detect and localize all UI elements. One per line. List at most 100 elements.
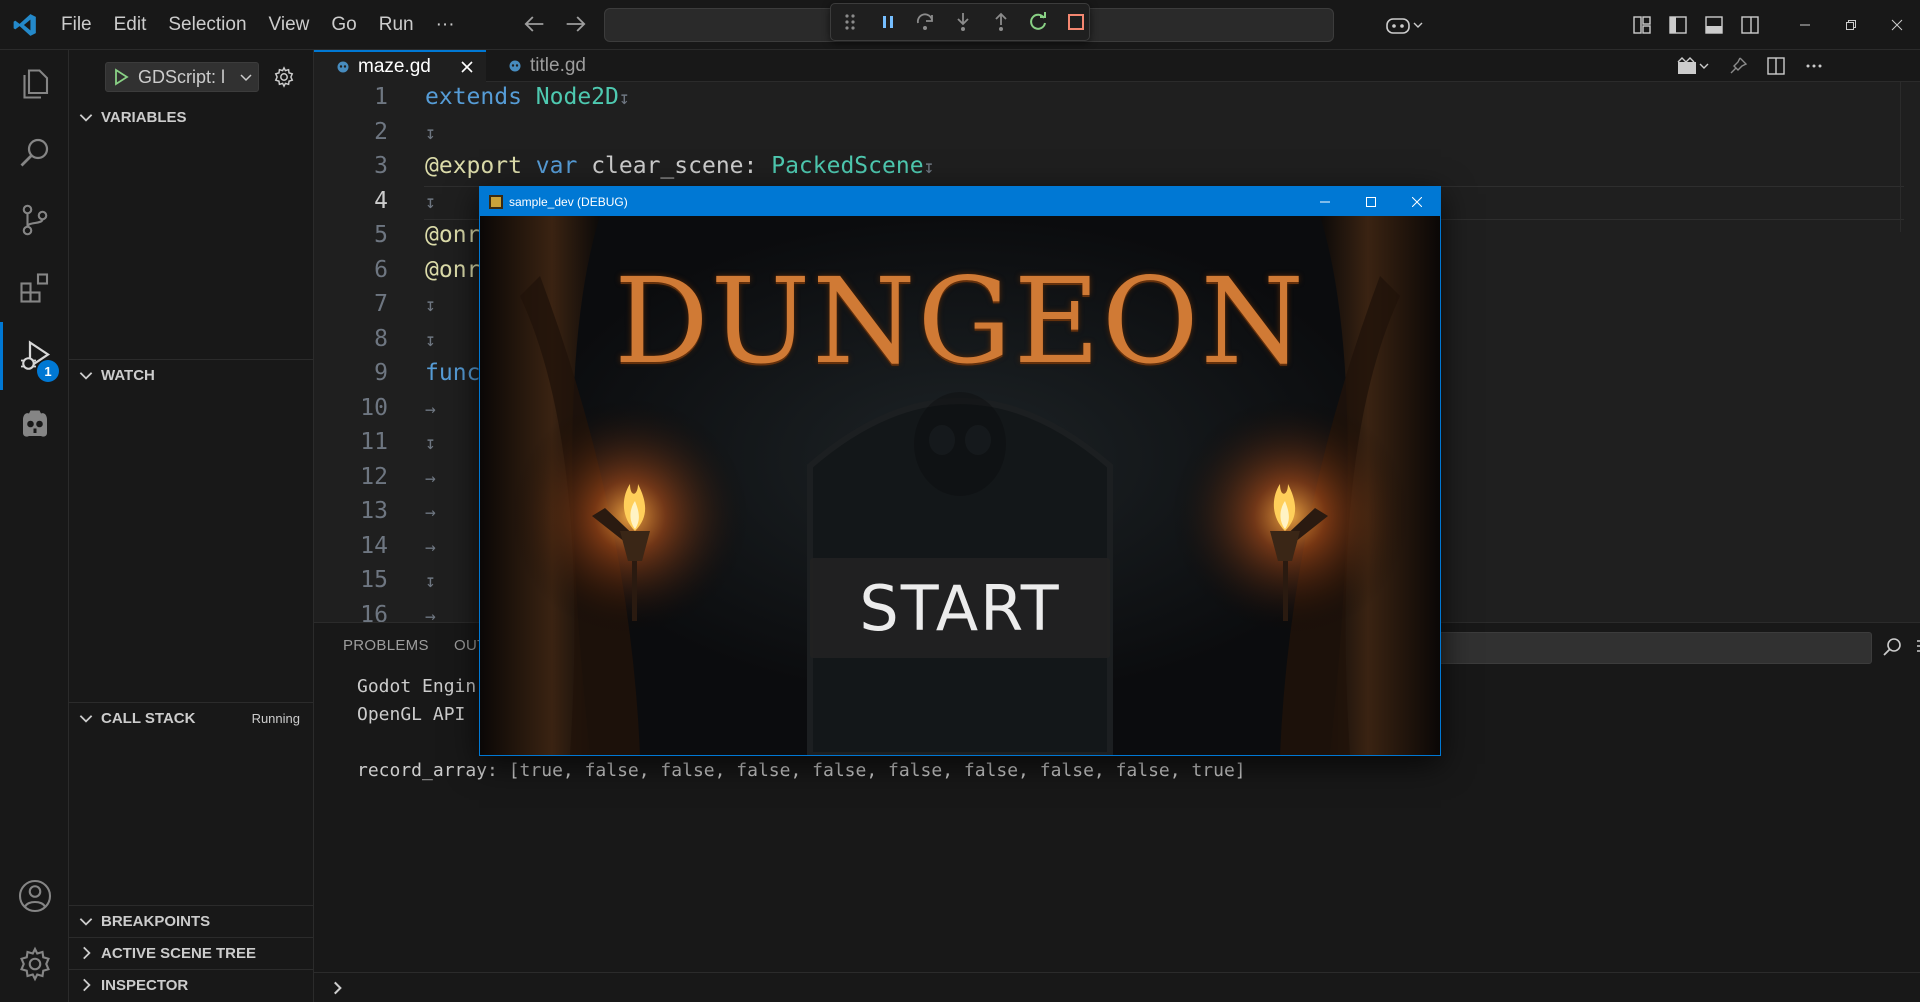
step-into-icon[interactable]: [950, 9, 976, 35]
section-inspector[interactable]: INSPECTOR: [69, 970, 314, 1000]
back-arrow-icon[interactable]: [520, 10, 548, 38]
line-number: 11: [360, 429, 388, 455]
navigation-arrows: [520, 10, 590, 38]
code-line[interactable]: →: [425, 494, 436, 528]
editor-tabs: maze.gd title.gd: [314, 50, 1920, 82]
section-watch[interactable]: WATCH: [69, 360, 314, 390]
code-line[interactable]: ↧: [425, 184, 436, 218]
debug-toolbar: [830, 3, 1090, 41]
accounts-icon[interactable]: [0, 862, 69, 930]
code-line[interactable]: ↧: [425, 322, 436, 356]
explorer-icon[interactable]: [0, 50, 69, 118]
pause-icon[interactable]: [875, 9, 901, 35]
code-line[interactable]: ↧: [425, 425, 436, 459]
section-variables[interactable]: VARIABLES: [69, 102, 314, 132]
toggle-secondary-sidebar-icon[interactable]: [1732, 8, 1768, 42]
section-call-stack[interactable]: CALL STACK Running: [69, 703, 314, 733]
code-line[interactable]: ↧: [425, 563, 436, 597]
output-line: OpenGL API: [357, 704, 466, 725]
code-token: ↧: [923, 157, 935, 178]
menu-bar: File Edit Selection View Go Run ···: [50, 0, 466, 50]
code-token: clear_scene:: [577, 153, 772, 179]
code-line[interactable]: →: [425, 391, 436, 425]
drag-handle-icon[interactable]: [837, 9, 863, 35]
section-breakpoints[interactable]: BREAKPOINTS: [69, 906, 314, 936]
code-token: ↧: [425, 330, 436, 351]
scene-preview-icon[interactable]: [1676, 56, 1710, 76]
tab-title-gd[interactable]: title.gd: [486, 50, 646, 82]
code-token: ↧: [425, 295, 436, 316]
line-number: 15: [360, 567, 388, 593]
chevron-right-icon: [334, 981, 342, 995]
restore-icon[interactable]: [1828, 0, 1874, 50]
toggle-panel-icon[interactable]: [1696, 8, 1732, 42]
menu-more[interactable]: ···: [425, 8, 466, 42]
maximize-icon[interactable]: [1348, 187, 1394, 216]
search-icon[interactable]: [0, 118, 69, 186]
code-token: func: [425, 360, 481, 386]
menu-selection[interactable]: Selection: [157, 8, 257, 42]
chevron-right-icon: [83, 978, 91, 992]
game-window-titlebar[interactable]: sample_dev (DEBUG): [480, 187, 1440, 216]
step-over-icon[interactable]: [912, 9, 938, 35]
code-line[interactable]: ↧: [425, 287, 436, 321]
line-number: 14: [360, 533, 388, 559]
godot-icon[interactable]: [0, 390, 69, 458]
game-debug-window[interactable]: sample_dev (DEBUG) DUNGEON START: [479, 186, 1441, 756]
chevron-down-icon: [79, 114, 93, 122]
settings-gear-icon[interactable]: [0, 930, 69, 998]
code-token: ↧: [425, 123, 436, 144]
output-filter-input[interactable]: [1424, 632, 1872, 664]
title-right-controls: [1374, 0, 1920, 50]
pin-icon[interactable]: [1728, 56, 1748, 76]
clear-output-icon[interactable]: [1914, 635, 1920, 659]
minimize-icon[interactable]: [1782, 0, 1828, 50]
source-control-icon[interactable]: [0, 186, 69, 254]
code-line[interactable]: ↧: [425, 115, 436, 149]
tab-problems[interactable]: PROBLEMS: [343, 637, 429, 654]
search-output-icon[interactable]: [1880, 635, 1904, 659]
menu-edit[interactable]: Edit: [103, 8, 158, 42]
menu-file[interactable]: File: [50, 8, 103, 42]
step-out-icon[interactable]: [988, 9, 1014, 35]
line-number: 9: [374, 360, 388, 386]
menu-view[interactable]: View: [258, 8, 321, 42]
menu-run[interactable]: Run: [368, 8, 425, 42]
more-actions-icon[interactable]: [1804, 56, 1824, 76]
editor-scrollbar[interactable]: [1900, 82, 1916, 232]
minimize-icon[interactable]: [1302, 187, 1348, 216]
code-line[interactable]: extends Node2D↧: [425, 80, 630, 114]
extensions-icon[interactable]: [0, 254, 69, 322]
launch-settings-gear-icon[interactable]: [273, 66, 295, 88]
toggle-primary-sidebar-icon[interactable]: [1660, 8, 1696, 42]
start-debugging-icon[interactable]: [112, 68, 130, 86]
menu-go[interactable]: Go: [320, 8, 367, 42]
chevron-right-icon: [83, 946, 91, 960]
code-line[interactable]: @export var clear_scene: PackedScene↧: [425, 149, 934, 183]
game-window-title: sample_dev (DEBUG): [509, 194, 628, 209]
game-canvas[interactable]: DUNGEON START: [480, 216, 1440, 755]
tab-maze-gd[interactable]: maze.gd: [314, 50, 486, 82]
close-tab-icon[interactable]: [459, 59, 475, 75]
code-line[interactable]: →: [425, 529, 436, 563]
split-editor-icon[interactable]: [1766, 56, 1786, 76]
terminal-input-bar[interactable]: [314, 972, 1920, 1002]
forward-arrow-icon[interactable]: [562, 10, 590, 38]
code-token: ↧: [425, 433, 436, 454]
code-token: →: [425, 399, 436, 420]
copilot-icon[interactable]: [1374, 8, 1434, 42]
restart-icon[interactable]: [1026, 9, 1052, 35]
close-window-icon[interactable]: [1394, 187, 1440, 216]
stop-icon[interactable]: [1063, 9, 1089, 35]
run-and-debug-icon[interactable]: 1: [0, 322, 69, 390]
code-line[interactable]: func: [425, 356, 480, 390]
launch-config-select[interactable]: GDScript: l: [105, 62, 259, 92]
code-line[interactable]: →: [425, 460, 436, 494]
start-button[interactable]: START: [810, 558, 1110, 658]
customize-layout-icon[interactable]: [1624, 8, 1660, 42]
section-active-scene-tree[interactable]: ACTIVE SCENE TREE: [69, 938, 314, 968]
line-number: 10: [360, 395, 388, 421]
close-window-icon[interactable]: [1874, 0, 1920, 50]
